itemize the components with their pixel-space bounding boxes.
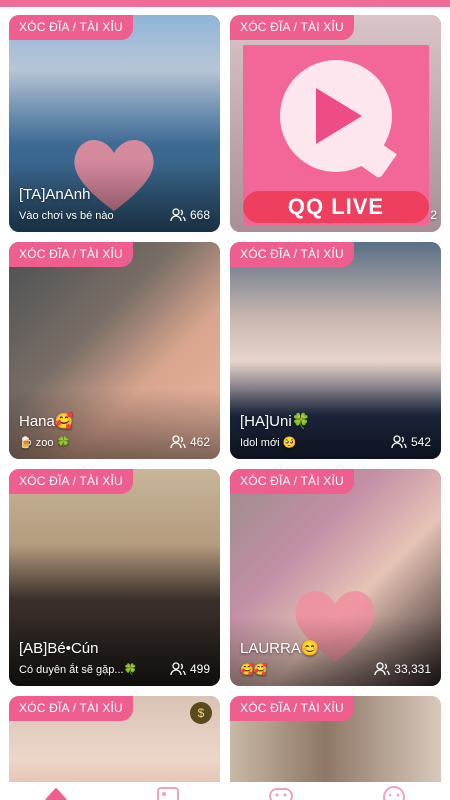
streamer-name: LAURRA😊 (240, 640, 320, 657)
viewer-count: 499 (170, 662, 210, 676)
home-icon[interactable] (43, 784, 69, 800)
viewers-icon (170, 662, 186, 676)
viewer-count: 542 (391, 435, 431, 449)
live-card[interactable]: XÓC ĐĨA / TÀI XỈU LAURRA😊 🥰🥰 33,331 (230, 469, 441, 686)
viewer-count-value: 462 (189, 435, 210, 449)
streamer-name: [AB]Bé•Cún (19, 640, 99, 657)
game-icon[interactable] (268, 784, 294, 800)
category-tag: XÓC ĐĨA / TÀI XỈU (230, 469, 354, 494)
viewers-icon (170, 208, 186, 222)
viewers-icon (391, 435, 407, 449)
stream-caption: Vào chơi vs bé nào (19, 210, 114, 222)
viewer-count: 33,331 (374, 662, 431, 676)
viewer-count-value: 499 (189, 662, 210, 676)
stream-caption: Có duyên ắt sẽ gặp...🍀 (19, 664, 138, 676)
viewer-count-value: 2 (430, 208, 437, 222)
live-card[interactable]: XÓC ĐĨA / TÀI XỈU Hana🥰 🍺 zoo 🍀 462 (9, 242, 220, 459)
live-card[interactable]: XÓC ĐĨA / TÀI XỈU [TA]AnAnh Vào chơi vs … (9, 15, 220, 232)
category-tag: XÓC ĐĨA / TÀI XỈU (9, 469, 133, 494)
category-tag: XÓC ĐĨA / TÀI XỈU (9, 242, 133, 267)
image-icon[interactable] (155, 784, 181, 800)
streamer-name: Hana🥰 (19, 413, 74, 430)
top-status-strip (0, 0, 450, 7)
category-tag: XÓC ĐĨA / TÀI XỈU (230, 696, 354, 721)
viewer-count-value: 668 (189, 208, 210, 222)
stream-caption: 🥰🥰 (240, 664, 268, 676)
streamer-name: [HA]Uni🍀 (240, 413, 311, 430)
streamer-name: [TA]AnAnh (19, 186, 91, 203)
category-tag: XÓC ĐĨA / TÀI XỈU (230, 15, 354, 40)
viewer-count-value: 33,331 (394, 662, 431, 676)
viewer-count: 462 (170, 435, 210, 449)
bottom-nav (0, 782, 450, 800)
viewer-count: 2 (430, 208, 437, 222)
live-card[interactable]: XÓC ĐĨA / TÀI XỈU [HA]Uni🍀 Idol mới 🥺 54… (230, 242, 441, 459)
viewer-count: 668 (170, 208, 210, 222)
qq-live-logo: QQ LIVE (243, 45, 429, 225)
viewers-icon (170, 435, 186, 449)
qq-live-label: QQ LIVE (243, 191, 429, 223)
category-tag: XÓC ĐĨA / TÀI XỈU (9, 696, 133, 721)
live-card[interactable]: XÓC ĐĨA / TÀI XỈU QQ LIVE 2 (230, 15, 441, 232)
profile-icon[interactable] (381, 784, 407, 800)
coin-icon: $ (190, 702, 212, 724)
play-icon (316, 88, 362, 144)
category-tag: XÓC ĐĨA / TÀI XỈU (230, 242, 354, 267)
viewer-count-value: 542 (410, 435, 431, 449)
stream-caption: 🍺 zoo 🍀 (19, 437, 71, 449)
viewers-icon (374, 662, 390, 676)
live-card[interactable]: XÓC ĐĨA / TÀI XỈU [AB]Bé•Cún Có duyên ắt… (9, 469, 220, 686)
category-tag: XÓC ĐĨA / TÀI XỈU (9, 15, 133, 40)
stream-caption: Idol mới 🥺 (240, 437, 297, 449)
